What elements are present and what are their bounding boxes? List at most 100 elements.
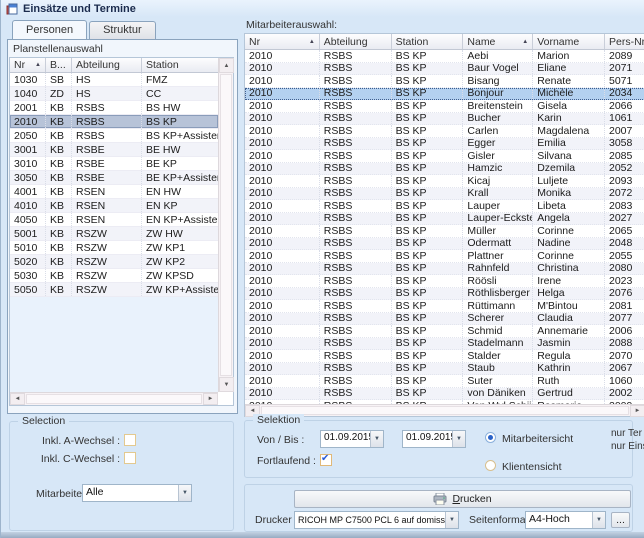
grid-cell: Odermatt (463, 238, 533, 250)
table-row[interactable]: 2010RSBSBS KPCarlenMagdalena2007 (245, 125, 644, 138)
grid-cell: 3050 (10, 171, 46, 184)
table-row[interactable]: 2010RSBSBS KPPlattnerCorinne2055 (245, 250, 644, 263)
table-row[interactable]: 3010KBRSBEBE KP (10, 157, 218, 171)
seitenformat-more-button[interactable]: ... (611, 512, 630, 528)
table-row[interactable]: 2001KBRSBSBS HW (10, 101, 218, 115)
table-row[interactable]: 2010RSBSBS KPStaubKathrin2067 (245, 363, 644, 376)
table-row[interactable]: 2010RSBSBS KPRöthlisbergerHelga2076 (245, 288, 644, 301)
column-header-abteilung[interactable]: Abteilung (320, 34, 392, 49)
column-header-nr[interactable]: Nr▲ (245, 34, 320, 49)
table-row[interactable]: 2010RSBSBS KPBucherKarin1061 (245, 113, 644, 126)
scrollbar-thumb[interactable] (261, 406, 629, 415)
date-from-picker[interactable]: 01.09.2015 ▼ (320, 430, 384, 448)
table-row[interactable]: 5020KBRSZWZW KP2 (10, 255, 218, 269)
scrollbar-thumb[interactable] (220, 74, 232, 376)
grid-cell: 2002 (605, 388, 644, 400)
table-row[interactable]: 4050KBRSENEN KP+Assistenz (10, 213, 218, 227)
chevron-down-icon[interactable]: ▼ (178, 485, 191, 501)
scroll-right-icon[interactable]: ► (203, 393, 218, 405)
table-row[interactable]: 2010RSBSBS KPvon DänikenGertrud2002 (245, 388, 644, 401)
table-row[interactable]: 2010RSBSBS KPRüttimannM'Bintou2081 (245, 300, 644, 313)
chevron-down-icon[interactable]: ▼ (445, 512, 458, 528)
table-row[interactable]: 5010KBRSZWZW KP1 (10, 241, 218, 255)
table-row[interactable]: 2010RSBSBS KPSchererClaudia2077 (245, 313, 644, 326)
column-header-vorname[interactable]: Vorname (533, 34, 605, 49)
chevron-down-icon[interactable]: ▼ (370, 431, 383, 447)
table-row[interactable]: 5001KBRSZWZW HW (10, 227, 218, 241)
klientensicht-radio[interactable] (485, 460, 496, 471)
fortlaufend-checkbox[interactable] (320, 454, 332, 466)
grid-cell: Eliane (533, 63, 605, 75)
chevron-down-icon[interactable]: ▼ (592, 512, 605, 528)
table-row[interactable]: 1030SBHSFMZ (10, 73, 218, 87)
table-row[interactable]: 2050KBRSBSBS KP+Assistenz (10, 129, 218, 143)
grid-cell: RSBS (320, 288, 392, 300)
table-row[interactable]: 2010RSBSBS KPBreitensteinGisela2066 (245, 100, 644, 113)
scroll-left-icon[interactable]: ◄ (10, 393, 25, 405)
inkl-c-wechsel-checkbox[interactable] (124, 452, 136, 464)
table-row[interactable]: 2010RSBSBS KPStalderRegula2070 (245, 350, 644, 363)
table-row[interactable]: 2010RSBSBS KPLauperLibeta2083 (245, 200, 644, 213)
table-row[interactable]: 2010RSBSBS KPEggerEmilia3058 (245, 138, 644, 151)
grid-cell: 2010 (245, 163, 320, 175)
table-row[interactable]: 2010RSBSBS KPStadelmannJasmin2088 (245, 338, 644, 351)
table-row[interactable]: 4010KBRSENEN KP (10, 199, 218, 213)
scroll-down-icon[interactable]: ▼ (219, 377, 234, 392)
table-row[interactable]: 2010RSBSBS KPRöösliIrene2023 (245, 275, 644, 288)
column-header-station[interactable]: Station (392, 34, 464, 49)
column-header-nr[interactable]: Nr▲ (10, 58, 46, 72)
grid-cell: Claudia (533, 313, 605, 325)
grid-cell: 2010 (245, 63, 320, 75)
mitarbeiter-combobox[interactable]: Alle ▼ (82, 484, 192, 502)
table-row[interactable]: 2010RSBSBS KPRahnfeldChristina2080 (245, 263, 644, 276)
table-row[interactable]: 2010RSBSBS KPSchmidAnnemarie2006 (245, 325, 644, 338)
date-to-picker[interactable]: 01.09.2015 ▼ (402, 430, 466, 448)
table-row[interactable]: 2010RSBSBS KPBonjourMichèle2034 (245, 88, 644, 101)
grid-cell: Rahnfeld (463, 263, 533, 275)
table-row[interactable]: 2010RSBSBS KPBaur VogelEliane2071 (245, 63, 644, 76)
table-row[interactable]: 2010KBRSBSBS KP (10, 115, 218, 129)
column-header-abteilung[interactable]: Abteilung (72, 58, 142, 72)
scrollbar-thumb[interactable] (26, 394, 202, 404)
table-row[interactable]: 2010RSBSBS KPGislerSilvana2085 (245, 150, 644, 163)
table-row[interactable]: 2010RSBSBS KPAebiMarion2089 (245, 50, 644, 63)
table-row[interactable]: 2010RSBSBS KPOdermattNadine2048 (245, 238, 644, 251)
column-header-name[interactable]: Name▲ (463, 34, 533, 49)
tab-struktur[interactable]: Struktur (89, 21, 156, 39)
table-row[interactable]: 3050KBRSBEBE KP+Assistenz (10, 171, 218, 185)
drucken-button[interactable]: Drucken (294, 490, 631, 508)
grid-cell: BS KP (392, 150, 464, 162)
table-row[interactable]: 5050KBRSZWZW KP+Assistenz (10, 283, 218, 297)
scroll-up-icon[interactable]: ▲ (219, 58, 234, 73)
column-header-b[interactable]: B... (46, 58, 72, 72)
column-header-station[interactable]: Station (142, 58, 218, 72)
grid-cell: 5030 (10, 269, 46, 282)
scroll-right-icon[interactable]: ► (630, 405, 644, 417)
tab-personen[interactable]: Personen (12, 20, 87, 39)
table-row[interactable]: 1040ZDHSCC (10, 87, 218, 101)
mitarbeitersicht-radio[interactable] (485, 432, 496, 443)
grid-cell: 5001 (10, 227, 46, 240)
table-row[interactable]: 2010RSBSBS KPLauper-EcksteinAngela2027 (245, 213, 644, 226)
table-row[interactable]: 2010RSBSBS KPBisangRenate5071 (245, 75, 644, 88)
horizontal-scrollbar[interactable]: ◄ ► (10, 392, 218, 405)
table-row[interactable]: 2010RSBSBS KPKicajLuljete2093 (245, 175, 644, 188)
table-row[interactable]: 2010RSBSBS KPHamzicDzemila2052 (245, 163, 644, 176)
grid-cell: 5050 (10, 283, 46, 296)
chevron-down-icon[interactable]: ▼ (452, 431, 465, 447)
inkl-a-wechsel-checkbox[interactable] (124, 434, 136, 446)
column-header-pers-nr[interactable]: Pers-Nr (605, 34, 644, 49)
vertical-scrollbar[interactable]: ▲ ▼ (218, 58, 233, 392)
table-row[interactable]: 2010RSBSBS KPKrallMonika2072 (245, 188, 644, 201)
table-row[interactable]: 2010RSBSBS KPSuterRuth1060 (245, 375, 644, 388)
table-row[interactable]: 5030KBRSZWZW KPSD (10, 269, 218, 283)
table-row[interactable]: 3001KBRSBEBE HW (10, 143, 218, 157)
table-row[interactable]: 2010RSBSBS KPMüllerCorinne2065 (245, 225, 644, 238)
seitenformat-combobox[interactable]: A4-Hoch ▼ (525, 511, 606, 529)
grid-cell: Röthlisberger (463, 288, 533, 300)
horizontal-scrollbar[interactable]: ◄ ► (245, 404, 644, 416)
drucker-combobox[interactable]: RICOH MP C7500 PCL 6 auf domissrv01 (um … (294, 511, 459, 529)
table-row[interactable]: 4001KBRSENEN HW (10, 185, 218, 199)
grid-header-row: Nr▲B...AbteilungStation (10, 58, 218, 73)
grid-cell: 2083 (605, 200, 644, 212)
